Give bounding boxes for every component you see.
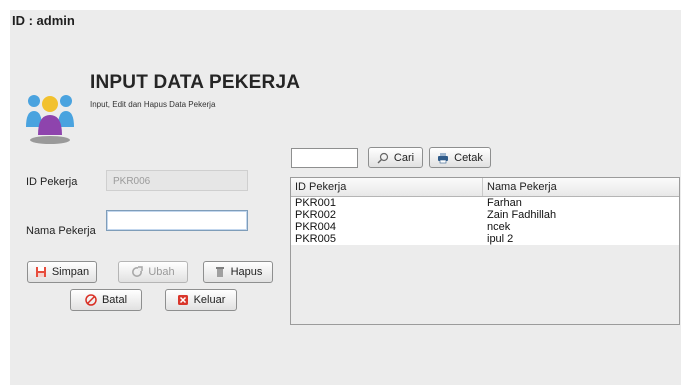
table-cell-nama: ipul 2 [487,233,514,245]
search-icon [377,152,389,163]
id-pekerja-field: PKR006 [106,170,248,191]
table-row[interactable]: PKR002 Zain Fadhillah [291,209,679,221]
hapus-button[interactable]: Hapus [203,261,273,283]
main-panel: ID : admin INPUT DATA PEKERJA Input, Edi… [10,10,681,385]
cetak-label: Cetak [454,151,483,164]
trash-icon [215,267,224,277]
page-subtitle: Input, Edit dan Hapus Data Pekerja [90,100,216,109]
table-cell-id: PKR005 [295,233,336,245]
cari-label: Cari [393,151,415,164]
keluar-label: Keluar [193,294,226,306]
table-cell-nama: ncek [487,221,511,233]
table-cell-id: PKR002 [295,209,336,221]
table-cell-id: PKR001 [295,197,336,209]
simpan-button[interactable]: Simpan [27,261,97,283]
cetak-button[interactable]: Cetak [429,147,491,168]
save-icon [35,267,46,277]
batal-button[interactable]: Batal [70,289,142,311]
cari-button[interactable]: Cari [368,147,423,168]
ubah-button[interactable]: Ubah [118,261,188,283]
simpan-label: Simpan [51,266,90,278]
nama-pekerja-input[interactable] [106,210,248,231]
table-row[interactable]: PKR004 ncek [291,221,679,233]
id-pekerja-label: ID Pekerja [26,176,78,188]
cancel-icon [85,294,97,306]
ubah-label: Ubah [148,266,175,278]
column-header-id[interactable]: ID Pekerja [291,178,483,196]
batal-label: Batal [101,294,128,306]
table-cell-nama: Farhan [487,197,522,209]
table-body: PKR001 Farhan PKR002 Zain Fadhillah PKR0… [291,197,679,245]
user-id-label: ID : admin [12,13,75,28]
page-title: INPUT DATA PEKERJA [90,72,301,93]
table-header: ID Pekerja Nama Pekerja [291,178,679,197]
table-row[interactable]: PKR001 Farhan [291,197,679,209]
pekerja-table[interactable]: ID Pekerja Nama Pekerja PKR001 Farhan PK… [290,177,680,325]
search-input[interactable] [291,148,358,168]
keluar-button[interactable]: Keluar [165,289,237,311]
printer-icon [438,152,449,163]
edit-refresh-icon [132,266,144,277]
users-group-icon [26,95,74,144]
close-icon [177,295,188,305]
hapus-label: Hapus [230,266,263,278]
nama-pekerja-label: Nama Pekerja [26,225,96,237]
table-cell-nama: Zain Fadhillah [487,209,557,221]
table-row[interactable]: PKR005 ipul 2 [291,233,679,245]
table-cell-id: PKR004 [295,221,336,233]
column-header-nama[interactable]: Nama Pekerja [483,178,557,196]
